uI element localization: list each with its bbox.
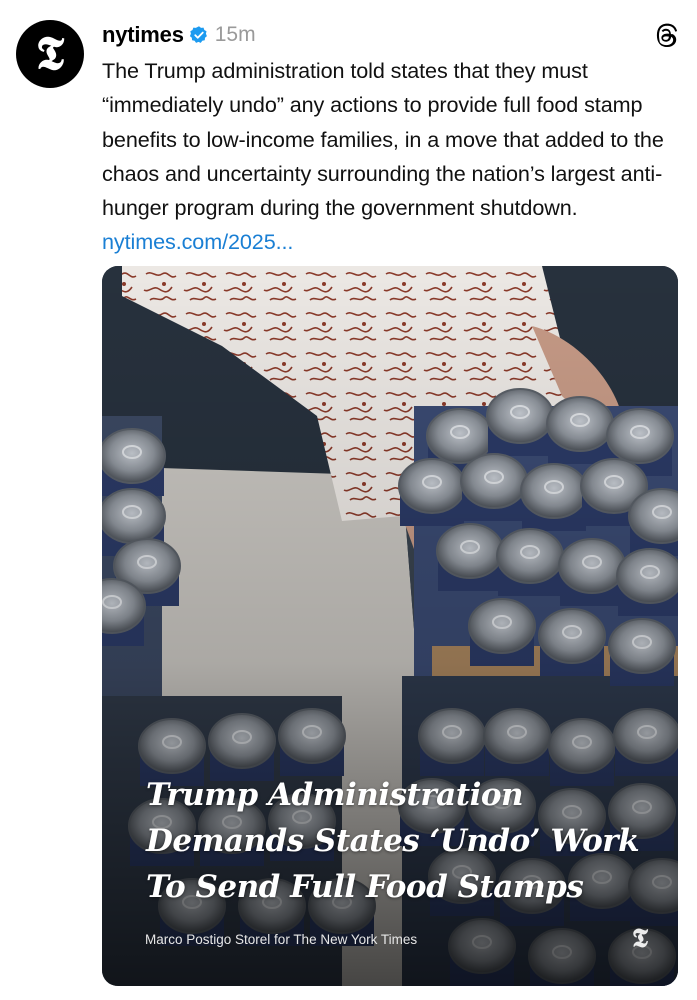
post-header: nytimes 15m [102, 18, 679, 52]
post-link[interactable]: nytimes.com/2025... [102, 229, 293, 254]
username[interactable]: nytimes [102, 22, 184, 48]
headline-line: To Send Full Food Stamps [146, 869, 584, 905]
headline-line: Trump Administration [146, 777, 524, 813]
nyt-logo-icon: 𝕿 [632, 924, 648, 954]
headline-line: Demands States ‘Undo’ Work [146, 823, 640, 859]
nyt-logo-glyph: 𝕿 [35, 26, 65, 80]
headline: Trump Administration Demands States ‘Und… [146, 772, 666, 910]
threads-logo-icon[interactable] [653, 22, 679, 48]
avatar[interactable]: 𝕿 [16, 20, 84, 88]
post-body: The Trump administration told states tha… [102, 58, 664, 221]
article-image-card[interactable]: Trump Administration Demands States ‘Und… [102, 266, 678, 986]
post-text: The Trump administration told states tha… [102, 54, 680, 260]
timestamp: 15m [214, 23, 256, 46]
photo-credit: Marco Postigo Storel for The New York Ti… [145, 932, 418, 947]
verified-badge-icon [189, 25, 209, 45]
